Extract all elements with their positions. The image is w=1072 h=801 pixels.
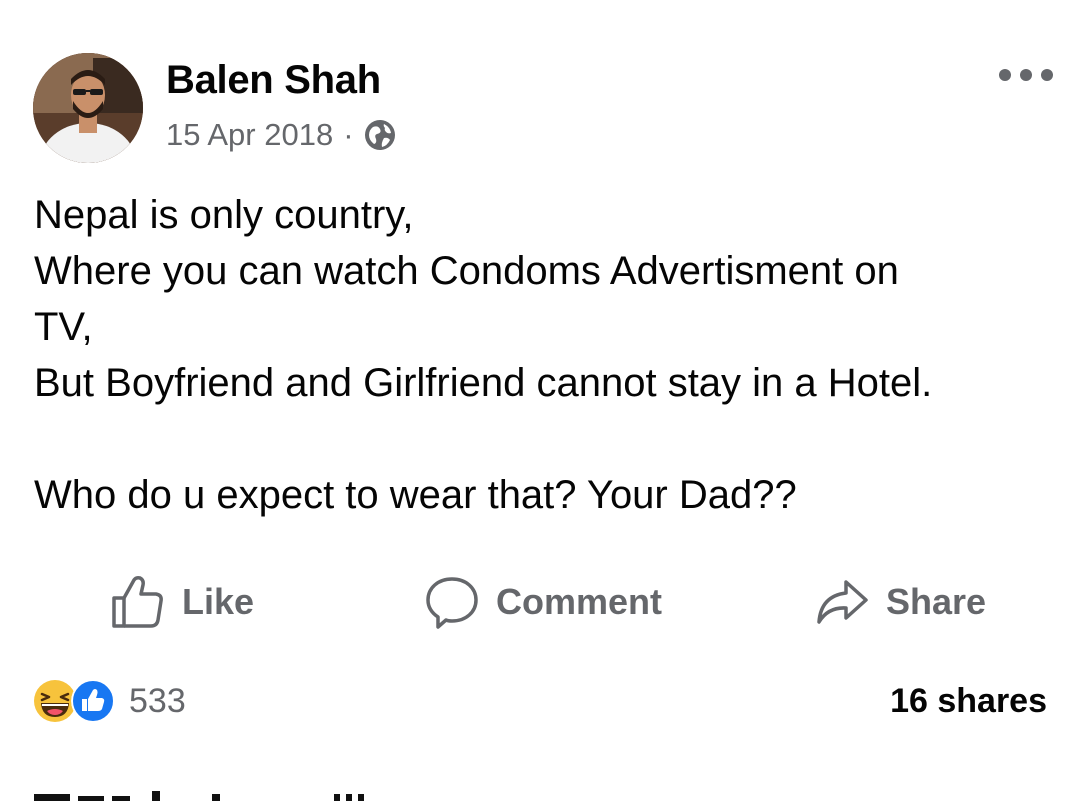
thumbs-up-icon [112,576,163,628]
post-header: Balen Shah 15 Apr 2018 · [33,53,1053,165]
more-dot [1041,69,1053,81]
like-reaction-icon [71,679,115,723]
more-dot [999,69,1011,81]
avatar-photo [33,53,143,163]
post-line: But Boyfriend and Girlfriend cannot stay… [34,361,933,405]
like-button[interactable]: Like [110,570,254,634]
reactions-summary[interactable]: 533 [33,676,186,726]
share-label: Share [886,581,987,622]
author-avatar[interactable] [33,53,143,163]
clipped-next-section [34,782,364,801]
comment-button[interactable]: Comment [424,570,662,634]
share-icon [817,580,868,624]
post-line: Where you can watch Condoms Advertisment… [34,249,899,293]
post-actions: Like Comment Share [0,570,1072,634]
author-name[interactable]: Balen Shah [166,57,381,103]
like-label: Like [182,581,255,622]
reaction-count: 533 [129,681,186,720]
post-line: Who do u expect to wear that? Your Dad?? [34,473,797,517]
post-stats: 533 16 shares [33,676,1047,726]
more-dot [1020,69,1032,81]
post-line-blank [34,411,1044,467]
comment-icon [426,577,478,629]
post-line: TV, [34,305,93,349]
post-date[interactable]: 15 Apr 2018 [166,117,333,153]
post-text: Nepal is only country, Where you can watc… [34,187,1044,523]
post-meta: 15 Apr 2018 · [166,115,396,155]
meta-separator: · [343,117,354,152]
shares-count[interactable]: 16 shares [890,676,1047,726]
comment-label: Comment [496,581,663,622]
globe-icon[interactable] [364,119,396,151]
clipped-text-fragment [34,791,364,801]
post-line: Nepal is only country, [34,193,414,237]
more-options-icon[interactable] [999,65,1053,85]
share-button[interactable]: Share [814,570,986,634]
